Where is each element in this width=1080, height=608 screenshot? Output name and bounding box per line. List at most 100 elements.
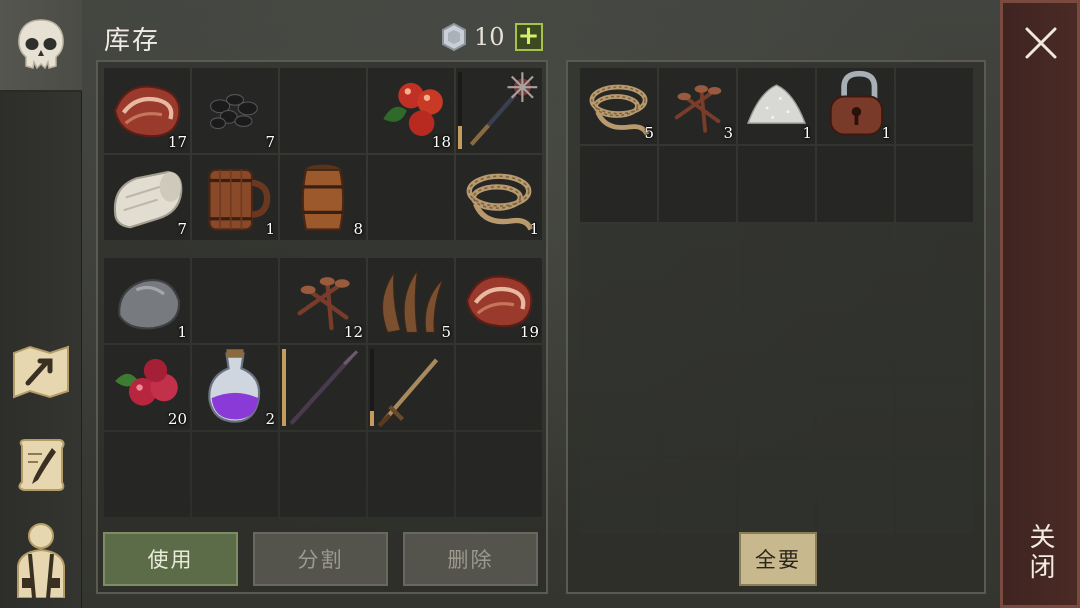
item-quantity: 1 — [265, 220, 275, 238]
inventory-slot[interactable]: 17 — [104, 68, 190, 153]
inventory-empty-slot[interactable] — [192, 258, 278, 343]
container-slot[interactable]: 1 — [817, 68, 894, 144]
durability-bar — [370, 349, 374, 426]
container-empty-slot[interactable] — [659, 380, 736, 456]
inventory-slot[interactable]: 1 — [192, 155, 278, 240]
spear-icon — [289, 350, 359, 426]
skull-icon — [18, 19, 64, 70]
inventory-slot[interactable]: 1 — [104, 258, 190, 343]
container-empty-slot[interactable] — [659, 302, 736, 378]
container-empty-slot[interactable] — [738, 380, 815, 456]
container-empty-slot[interactable] — [580, 224, 657, 300]
durability-bar — [458, 72, 462, 149]
container-grid: 5 3 1 1 — [580, 68, 973, 534]
container-empty-slot[interactable] — [896, 380, 973, 456]
item-quantity: 7 — [265, 133, 275, 151]
container-empty-slot[interactable] — [896, 146, 973, 222]
container-empty-slot[interactable] — [896, 224, 973, 300]
side-navigation — [0, 0, 82, 608]
inventory-slot[interactable]: 12 — [280, 258, 366, 343]
durability-fill — [370, 410, 374, 426]
page-title: 库存 — [104, 26, 161, 56]
item-quantity: 5 — [441, 323, 451, 341]
use-button[interactable]: 使用 — [103, 532, 238, 586]
inventory-slot[interactable] — [456, 68, 542, 153]
item-quantity: 1 — [802, 124, 812, 142]
inventory-slot[interactable]: 5 — [368, 258, 454, 343]
container-empty-slot[interactable] — [580, 380, 657, 456]
container-empty-slot[interactable] — [896, 68, 973, 144]
inventory-empty-slot[interactable] — [456, 345, 542, 430]
take-all-button[interactable]: 全要 — [739, 532, 817, 586]
inventory-slot[interactable]: 1 — [456, 155, 542, 240]
container-slot[interactable]: 5 — [580, 68, 657, 144]
crafting-map-icon — [13, 345, 69, 399]
container-empty-slot[interactable] — [738, 302, 815, 378]
container-empty-slot[interactable] — [580, 458, 657, 534]
character-equipment-icon — [17, 523, 65, 598]
nav-tab-survival[interactable] — [0, 0, 82, 92]
inventory-slot[interactable]: 20 — [104, 345, 190, 430]
item-quantity: 12 — [343, 323, 363, 341]
silver-coin-icon — [442, 23, 466, 51]
nav-tab-character[interactable] — [0, 512, 82, 604]
item-quantity: 7 — [177, 220, 187, 238]
inventory-slot[interactable]: 19 — [456, 258, 542, 343]
item-quantity: 1 — [177, 323, 187, 341]
quest-scroll-icon — [18, 439, 65, 491]
container-slot[interactable]: 1 — [738, 68, 815, 144]
inventory-empty-slot[interactable] — [192, 432, 278, 517]
container-empty-slot[interactable] — [896, 458, 973, 534]
close-label: 关闭 — [1025, 523, 1055, 583]
container-empty-slot[interactable] — [817, 302, 894, 378]
inventory-empty-slot[interactable] — [280, 432, 366, 517]
close-icon[interactable] — [1023, 25, 1059, 61]
currency-display: 10 + — [440, 20, 543, 54]
add-currency-button[interactable]: + — [514, 23, 543, 51]
inventory-empty-slot[interactable] — [280, 68, 366, 153]
close-panel[interactable]: 关闭 — [1000, 0, 1080, 608]
container-empty-slot[interactable] — [817, 458, 894, 534]
inventory-grid-bottom: 1 12 5 19 20 2 — [104, 258, 542, 517]
currency-count: 10 — [474, 23, 505, 51]
inventory-slot[interactable]: 7 — [104, 155, 190, 240]
inventory-empty-slot[interactable] — [456, 432, 542, 517]
container-empty-slot[interactable] — [580, 146, 657, 222]
split-button[interactable]: 分割 — [253, 532, 388, 586]
durability-fill — [282, 349, 286, 426]
nav-tab-crafting[interactable] — [0, 326, 82, 418]
inventory-empty-slot[interactable] — [104, 432, 190, 517]
container-empty-slot[interactable] — [659, 224, 736, 300]
container-empty-slot[interactable] — [580, 302, 657, 378]
durability-fill — [458, 125, 462, 149]
inventory-empty-slot[interactable] — [368, 155, 454, 240]
inventory-slot[interactable] — [368, 345, 454, 430]
inventory-slot[interactable] — [280, 345, 366, 430]
inventory-slot[interactable]: 7 — [192, 68, 278, 153]
item-quantity: 1 — [529, 220, 539, 238]
nav-tab-quests[interactable] — [0, 418, 82, 510]
delete-button[interactable]: 删除 — [403, 532, 538, 586]
item-quantity: 3 — [723, 124, 733, 142]
inventory-empty-slot[interactable] — [368, 432, 454, 517]
container-empty-slot[interactable] — [817, 380, 894, 456]
container-empty-slot[interactable] — [738, 224, 815, 300]
item-quantity: 1 — [881, 124, 891, 142]
item-quantity: 18 — [431, 133, 451, 151]
inventory-slot[interactable]: 8 — [280, 155, 366, 240]
item-quantity: 2 — [265, 410, 275, 428]
container-empty-slot[interactable] — [738, 458, 815, 534]
durability-bar — [282, 349, 286, 426]
container-slot[interactable]: 3 — [659, 68, 736, 144]
inventory-grid-top: 17 7 18 7 1 8 1 — [104, 68, 542, 240]
container-empty-slot[interactable] — [659, 458, 736, 534]
inventory-slot[interactable]: 18 — [368, 68, 454, 153]
container-empty-slot[interactable] — [896, 302, 973, 378]
inventory-slot[interactable]: 2 — [192, 345, 278, 430]
item-quantity: 5 — [644, 124, 654, 142]
container-empty-slot[interactable] — [817, 146, 894, 222]
item-quantity: 20 — [167, 410, 187, 428]
container-empty-slot[interactable] — [659, 146, 736, 222]
container-empty-slot[interactable] — [738, 146, 815, 222]
container-empty-slot[interactable] — [817, 224, 894, 300]
